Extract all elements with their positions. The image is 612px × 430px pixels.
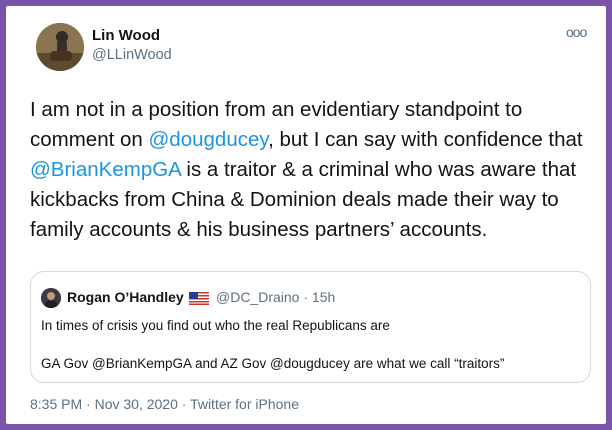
quoted-avatar-photo-icon bbox=[41, 288, 61, 308]
quoted-author-avatar[interactable] bbox=[41, 288, 61, 308]
mention-link[interactable]: @dougducey bbox=[149, 128, 269, 151]
quoted-author-handle[interactable]: @DC_Draino · 15h bbox=[216, 289, 335, 305]
tweet-text-part: , but I can say with confidence that bbox=[268, 128, 583, 151]
quoted-tweet[interactable]: Rogan O’Handley @DC_Draino · 15h In time… bbox=[30, 271, 591, 383]
us-flag-icon bbox=[189, 292, 209, 310]
tweet-text: I am not in a position from an evidentia… bbox=[30, 95, 600, 245]
tweet-timestamp[interactable]: 8:35 PM · Nov 30, 2020 · Twitter for iPh… bbox=[30, 396, 299, 412]
author-handle[interactable]: @LLinWood bbox=[92, 47, 172, 63]
mention-link[interactable]: @BrianKempGA bbox=[30, 158, 181, 181]
quoted-text-line: In times of crisis you find out who the … bbox=[41, 318, 390, 333]
quoted-author-name[interactable]: Rogan O’Handley bbox=[67, 289, 184, 305]
author-name[interactable]: Lin Wood bbox=[92, 27, 160, 44]
tweet-card: Lin Wood @LLinWood ooo I am not in a pos… bbox=[6, 6, 606, 424]
quoted-text-line: GA Gov @BrianKempGA and AZ Gov @dougduce… bbox=[41, 356, 505, 371]
avatar-photo-icon bbox=[36, 23, 84, 71]
more-options-icon[interactable]: ooo bbox=[566, 24, 587, 40]
author-avatar[interactable] bbox=[36, 23, 84, 71]
